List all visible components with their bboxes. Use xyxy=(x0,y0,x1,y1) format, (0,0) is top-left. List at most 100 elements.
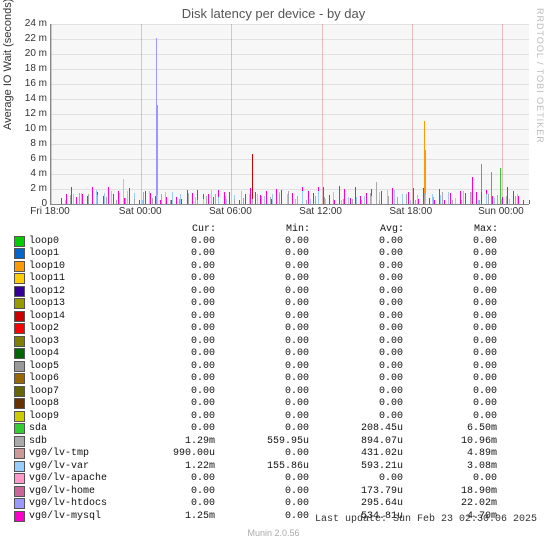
color-swatch xyxy=(14,336,25,347)
chart-title: Disk latency per device - by day xyxy=(0,0,547,21)
value-min: 0.00 xyxy=(215,386,309,397)
value-max: 0.00 xyxy=(403,473,497,484)
value-avg: 0.00 xyxy=(309,311,403,322)
value-min: 0.00 xyxy=(215,298,309,309)
value-max: 0.00 xyxy=(403,286,497,297)
color-swatch xyxy=(14,298,25,309)
legend-row: loop130.000.000.000.00 xyxy=(14,298,536,311)
value-cur: 1.25m xyxy=(121,511,215,522)
value-max: 0.00 xyxy=(403,386,497,397)
value-avg: 208.45u xyxy=(309,423,403,434)
device-name: vg0/lv-var xyxy=(29,461,121,472)
value-cur: 990.00u xyxy=(121,448,215,459)
value-max: 0.00 xyxy=(403,248,497,259)
col-min: Min: xyxy=(216,224,310,235)
value-cur: 0.00 xyxy=(121,323,215,334)
xtick: Sat 00:00 xyxy=(119,206,162,217)
value-min: 0.00 xyxy=(215,361,309,372)
value-avg: 0.00 xyxy=(309,298,403,309)
value-avg: 0.00 xyxy=(309,473,403,484)
value-avg: 173.79u xyxy=(309,486,403,497)
value-avg: 894.07u xyxy=(309,436,403,447)
device-name: loop0 xyxy=(29,236,121,247)
value-min: 0.00 xyxy=(215,336,309,347)
device-name: loop12 xyxy=(29,286,121,297)
value-avg: 0.00 xyxy=(309,348,403,359)
value-cur: 0.00 xyxy=(121,398,215,409)
value-min: 0.00 xyxy=(215,236,309,247)
legend-row: loop50.000.000.000.00 xyxy=(14,360,536,373)
value-cur: 1.22m xyxy=(121,461,215,472)
ytick: 4 m xyxy=(3,168,47,179)
value-min: 0.00 xyxy=(215,411,309,422)
color-swatch xyxy=(14,386,25,397)
value-avg: 0.00 xyxy=(309,273,403,284)
device-name: vg0/lv-mysql xyxy=(29,511,121,522)
legend-table: Cur: Min: Avg: Max: loop00.000.000.000.0… xyxy=(14,224,536,523)
value-max: 3.08m xyxy=(403,461,497,472)
value-cur: 0.00 xyxy=(121,248,215,259)
legend-row: vg0/lv-htdocs0.000.00295.64u22.02m xyxy=(14,498,536,511)
value-cur: 0.00 xyxy=(121,386,215,397)
color-swatch xyxy=(14,398,25,409)
value-avg: 0.00 xyxy=(309,323,403,334)
value-avg: 0.00 xyxy=(309,373,403,384)
device-name: vg0/lv-home xyxy=(29,486,121,497)
value-avg: 0.00 xyxy=(309,411,403,422)
device-name: loop11 xyxy=(29,273,121,284)
value-max: 0.00 xyxy=(403,298,497,309)
device-name: loop9 xyxy=(29,411,121,422)
col-cur: Cur: xyxy=(122,224,216,235)
device-name: loop13 xyxy=(29,298,121,309)
legend-row: loop100.000.000.000.00 xyxy=(14,260,536,273)
value-avg: 0.00 xyxy=(309,361,403,372)
value-avg: 0.00 xyxy=(309,248,403,259)
value-min: 0.00 xyxy=(215,261,309,272)
legend-row: loop80.000.000.000.00 xyxy=(14,398,536,411)
device-name: sdb xyxy=(29,436,121,447)
legend-row: vg0/lv-tmp990.00u0.00431.02u4.89m xyxy=(14,448,536,461)
legend-row: vg0/lv-var1.22m155.86u593.21u3.08m xyxy=(14,460,536,473)
value-cur: 0.00 xyxy=(121,486,215,497)
value-cur: 1.29m xyxy=(121,436,215,447)
value-avg: 0.00 xyxy=(309,398,403,409)
value-cur: 0.00 xyxy=(121,261,215,272)
legend-row: loop140.000.000.000.00 xyxy=(14,310,536,323)
value-cur: 0.00 xyxy=(121,411,215,422)
xtick: Sun 00:00 xyxy=(478,206,524,217)
value-min: 0.00 xyxy=(215,423,309,434)
color-swatch xyxy=(14,486,25,497)
legend-row: loop110.000.000.000.00 xyxy=(14,273,536,286)
value-max: 0.00 xyxy=(403,236,497,247)
ytick: 22 m xyxy=(3,33,47,44)
plot-area xyxy=(50,24,529,205)
legend-row: loop70.000.000.000.00 xyxy=(14,385,536,398)
legend-row: loop120.000.000.000.00 xyxy=(14,285,536,298)
value-max: 0.00 xyxy=(403,261,497,272)
legend-row: sda0.000.00208.45u6.50m xyxy=(14,423,536,436)
legend-row: sdb1.29m559.95u894.07u10.96m xyxy=(14,435,536,448)
value-min: 0.00 xyxy=(215,311,309,322)
ytick: 20 m xyxy=(3,48,47,59)
device-name: loop7 xyxy=(29,386,121,397)
color-swatch xyxy=(14,511,25,522)
value-max: 0.00 xyxy=(403,348,497,359)
legend-row: vg0/lv-apache0.000.000.000.00 xyxy=(14,473,536,486)
device-name: loop6 xyxy=(29,373,121,384)
device-name: loop5 xyxy=(29,361,121,372)
color-swatch xyxy=(14,473,25,484)
ytick: 16 m xyxy=(3,78,47,89)
value-min: 0.00 xyxy=(215,473,309,484)
value-min: 155.86u xyxy=(215,461,309,472)
value-max: 0.00 xyxy=(403,398,497,409)
color-swatch xyxy=(14,348,25,359)
device-name: vg0/lv-tmp xyxy=(29,448,121,459)
xtick: Fri 18:00 xyxy=(30,206,69,217)
value-avg: 0.00 xyxy=(309,336,403,347)
color-swatch xyxy=(14,423,25,434)
xtick: Sat 06:00 xyxy=(209,206,252,217)
value-cur: 0.00 xyxy=(121,361,215,372)
col-max: Max: xyxy=(404,224,498,235)
color-swatch xyxy=(14,361,25,372)
color-swatch xyxy=(14,448,25,459)
